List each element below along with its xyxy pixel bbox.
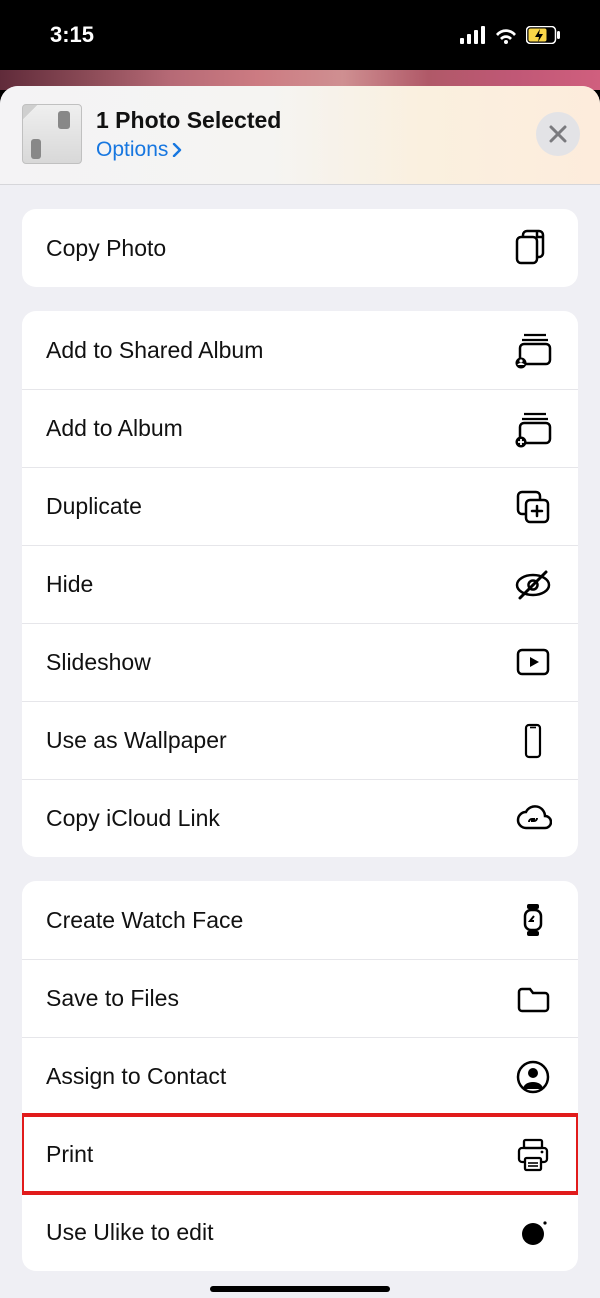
duplicate-label: Duplicate: [46, 493, 142, 520]
add-album-row[interactable]: Add to Album: [22, 389, 578, 467]
options-label: Options: [96, 138, 168, 162]
status-time: 3:15: [50, 22, 94, 48]
share-sheet: 1 Photo Selected Options Copy Photo Add t…: [0, 86, 600, 1298]
hide-row[interactable]: Hide: [22, 545, 578, 623]
print-row[interactable]: Print: [22, 1115, 578, 1193]
copy-icon: [512, 229, 554, 267]
chevron-right-icon: [172, 143, 182, 157]
close-button[interactable]: [536, 112, 580, 156]
action-section: Add to Shared Album Add to Album Duplicate…: [22, 311, 578, 857]
hide-icon: [512, 566, 554, 604]
status-bar: 3:15: [0, 0, 600, 70]
add-album-icon: [512, 410, 554, 448]
options-button[interactable]: Options: [96, 138, 536, 162]
slideshow-label: Slideshow: [46, 649, 151, 676]
icloud-link-label: Copy iCloud Link: [46, 805, 220, 832]
icloud-link-row[interactable]: Copy iCloud Link: [22, 779, 578, 857]
duplicate-row[interactable]: Duplicate: [22, 467, 578, 545]
watch-face-label: Create Watch Face: [46, 907, 243, 934]
shared-album-icon: [512, 331, 554, 369]
battery-charging-icon: [526, 26, 560, 44]
save-files-label: Save to Files: [46, 985, 179, 1012]
action-section: Create Watch Face Save to Files Assign to …: [22, 881, 578, 1271]
duplicate-icon: [512, 488, 554, 526]
play-icon: [512, 644, 554, 682]
close-icon: [549, 125, 567, 143]
sheet-header: 1 Photo Selected Options: [0, 86, 600, 185]
slideshow-row[interactable]: Slideshow: [22, 623, 578, 701]
add-album-label: Add to Album: [46, 415, 183, 442]
assign-contact-row[interactable]: Assign to Contact: [22, 1037, 578, 1115]
photo-thumbnail[interactable]: [22, 104, 82, 164]
ulike-label: Use Ulike to edit: [46, 1219, 213, 1246]
dot-icon: [512, 1214, 554, 1252]
contact-icon: [512, 1058, 554, 1096]
status-indicators: [460, 26, 560, 44]
wallpaper-row[interactable]: Use as Wallpaper: [22, 701, 578, 779]
home-indicator[interactable]: [210, 1286, 390, 1292]
print-label: Print: [46, 1141, 93, 1168]
phone-icon: [512, 722, 554, 760]
add-shared-album-row[interactable]: Add to Shared Album: [22, 311, 578, 389]
watch-icon: [512, 901, 554, 939]
hide-label: Hide: [46, 571, 93, 598]
save-files-row[interactable]: Save to Files: [22, 959, 578, 1037]
action-section: Copy Photo: [22, 209, 578, 287]
wallpaper-label: Use as Wallpaper: [46, 727, 227, 754]
assign-contact-label: Assign to Contact: [46, 1063, 226, 1090]
header-title: 1 Photo Selected: [96, 107, 536, 134]
folder-icon: [512, 980, 554, 1018]
copy-photo-row[interactable]: Copy Photo: [22, 209, 578, 287]
watch-face-row[interactable]: Create Watch Face: [22, 881, 578, 959]
wifi-icon: [494, 26, 518, 44]
printer-icon: [512, 1136, 554, 1174]
add-shared-album-label: Add to Shared Album: [46, 337, 263, 364]
cellular-icon: [460, 26, 486, 44]
ulike-row[interactable]: Use Ulike to edit: [22, 1193, 578, 1271]
copy-photo-label: Copy Photo: [46, 235, 166, 262]
cloud-link-icon: [512, 800, 554, 838]
